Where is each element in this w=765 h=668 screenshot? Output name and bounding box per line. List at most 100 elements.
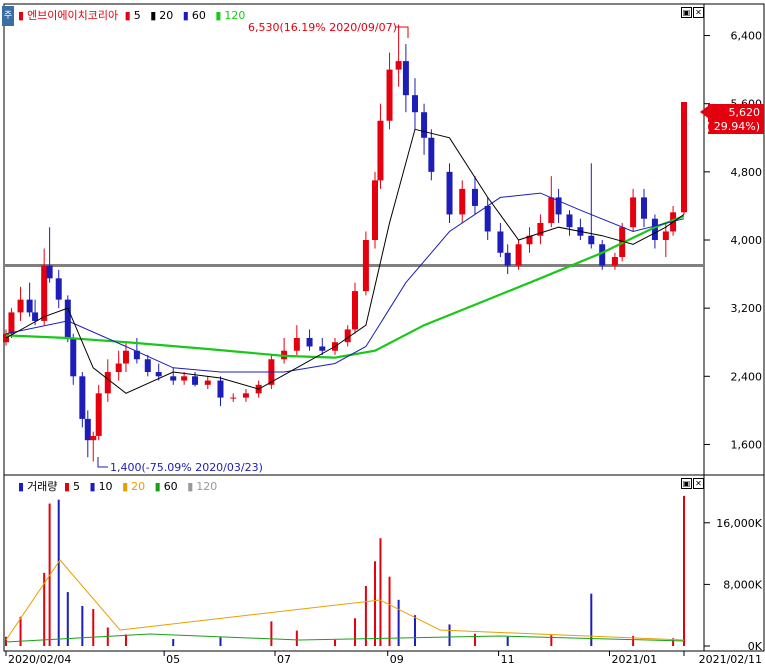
volume-maximize-button[interactable]: ▣ bbox=[681, 478, 692, 489]
volume-bar bbox=[124, 634, 127, 646]
current-price-label: 5,620 bbox=[729, 106, 761, 119]
candle-body bbox=[319, 346, 326, 351]
candle-body bbox=[306, 337, 313, 347]
volume-bar bbox=[473, 633, 476, 646]
candle-body bbox=[421, 112, 428, 138]
volume-axis-strip bbox=[703, 474, 765, 652]
candle-body bbox=[26, 299, 33, 313]
x-tick-label: 09 bbox=[390, 653, 404, 665]
candle-body bbox=[46, 265, 53, 279]
candle-body bbox=[104, 372, 111, 394]
current-change-label: ( 29.94%) bbox=[706, 120, 760, 133]
volume-bar bbox=[66, 592, 69, 646]
candle-body bbox=[515, 244, 522, 266]
volume-bar bbox=[683, 495, 685, 646]
price-pane-frame bbox=[3, 3, 705, 476]
candle-body bbox=[293, 337, 300, 351]
stock-name: 엔브이에이치코리아 bbox=[27, 9, 119, 22]
volume-tick-label: 8,000K bbox=[723, 578, 762, 591]
volume-bar bbox=[448, 624, 451, 646]
x-tick-label: 2021/01 bbox=[611, 653, 657, 665]
volume-bar bbox=[353, 618, 356, 646]
volume-bar bbox=[379, 538, 382, 646]
price-legend: ▮ 엔브이에이치코리아 ▮ 5 ▮ 20 ▮ 60 ▮ 120 bbox=[18, 7, 251, 23]
ma20-legend: ▮ 20 bbox=[150, 9, 174, 22]
candle-body bbox=[395, 61, 402, 70]
candle-body bbox=[402, 61, 409, 96]
candle-body bbox=[411, 95, 418, 113]
candle-body bbox=[497, 231, 504, 253]
candle-body bbox=[84, 418, 91, 441]
ma5-legend: ▮ 5 bbox=[124, 9, 141, 22]
price-tick-label: 6,400 bbox=[731, 30, 763, 43]
candle-body bbox=[377, 120, 384, 181]
side-tab[interactable]: 주 bbox=[2, 6, 14, 26]
volume-close-button[interactable]: ✕ bbox=[693, 478, 704, 489]
vol-ma5-legend: ▮ 5 bbox=[63, 480, 80, 493]
chart-canvas: 6,4005,6004,8004,0003,2002,4001,60016,00… bbox=[3, 3, 765, 666]
candle-body bbox=[144, 359, 151, 373]
candle-body bbox=[79, 376, 86, 419]
candle-body bbox=[351, 291, 358, 330]
volume-tick-label: 0K bbox=[748, 640, 763, 653]
candle-body bbox=[242, 393, 249, 398]
candle-body bbox=[90, 435, 97, 441]
volume-bar bbox=[57, 499, 60, 646]
candle-body bbox=[504, 252, 511, 266]
candle-body bbox=[8, 312, 15, 334]
volume-bar bbox=[219, 637, 222, 646]
volume-bar bbox=[270, 621, 273, 646]
candle-body bbox=[459, 188, 466, 215]
low-annotation: 1,400(-75.09% 2020/03/23) bbox=[110, 461, 263, 474]
price-tick-label: 2,400 bbox=[731, 370, 763, 383]
volume-name: 거래량 bbox=[27, 480, 58, 493]
price-tick-label: 4,000 bbox=[731, 234, 763, 247]
candle-body bbox=[566, 214, 573, 228]
price-tick-label: 1,600 bbox=[731, 438, 763, 451]
price-close-button[interactable]: ✕ bbox=[693, 7, 704, 18]
price-tick-label: 3,200 bbox=[731, 302, 763, 315]
volume-bar bbox=[334, 639, 337, 646]
candle-body bbox=[471, 188, 478, 206]
candle-body bbox=[95, 393, 102, 436]
price-maximize-button[interactable]: ▣ bbox=[681, 7, 692, 18]
vol-ma10-legend: ▮ 10 bbox=[89, 480, 113, 493]
vol-ma20-legend: ▮ 20 bbox=[122, 480, 146, 493]
candle-body bbox=[630, 197, 637, 228]
ma120-legend: ▮ 120 bbox=[215, 9, 246, 22]
candle-body bbox=[611, 257, 618, 266]
volume-bar bbox=[413, 615, 416, 646]
candle-body bbox=[588, 235, 595, 245]
candle-body bbox=[371, 180, 378, 240]
volume-bar bbox=[295, 630, 298, 646]
candle-body bbox=[41, 265, 48, 321]
candle-body bbox=[17, 299, 24, 313]
candle-body bbox=[64, 299, 71, 338]
candle-body bbox=[155, 372, 162, 377]
candle-body bbox=[122, 350, 129, 364]
candle-body bbox=[170, 376, 177, 381]
candle-body bbox=[192, 376, 199, 385]
candle-body bbox=[428, 137, 435, 172]
candle-body bbox=[32, 312, 39, 321]
candle-body bbox=[362, 240, 369, 292]
candle-body bbox=[681, 102, 687, 213]
volume-tick-label: 16,000K bbox=[716, 517, 762, 530]
volume-bar bbox=[397, 599, 400, 646]
volume-bar bbox=[373, 561, 376, 646]
volume-legend: ▮ 거래량 ▮ 5 ▮ 10 ▮ 20 ▮ 60 ▮ 120 bbox=[18, 478, 223, 494]
high-annotation: 6,530(16.19% 2020/09/07) bbox=[248, 21, 397, 34]
candle-body bbox=[217, 380, 224, 398]
x-tick-label: 11 bbox=[501, 653, 515, 665]
ma60-legend: ▮ 60 bbox=[182, 9, 206, 22]
candle-body bbox=[181, 376, 188, 381]
volume-legend-marker: ▮ bbox=[18, 480, 25, 493]
volume-bar bbox=[506, 636, 509, 646]
candle-body bbox=[548, 197, 555, 223]
candle-body bbox=[55, 278, 62, 300]
x-tick-label: 05 bbox=[166, 653, 180, 665]
vol-ma60-legend: ▮ 60 bbox=[154, 480, 178, 493]
candle-body bbox=[641, 197, 648, 219]
candle-body bbox=[204, 380, 211, 385]
volume-bar bbox=[364, 585, 367, 646]
